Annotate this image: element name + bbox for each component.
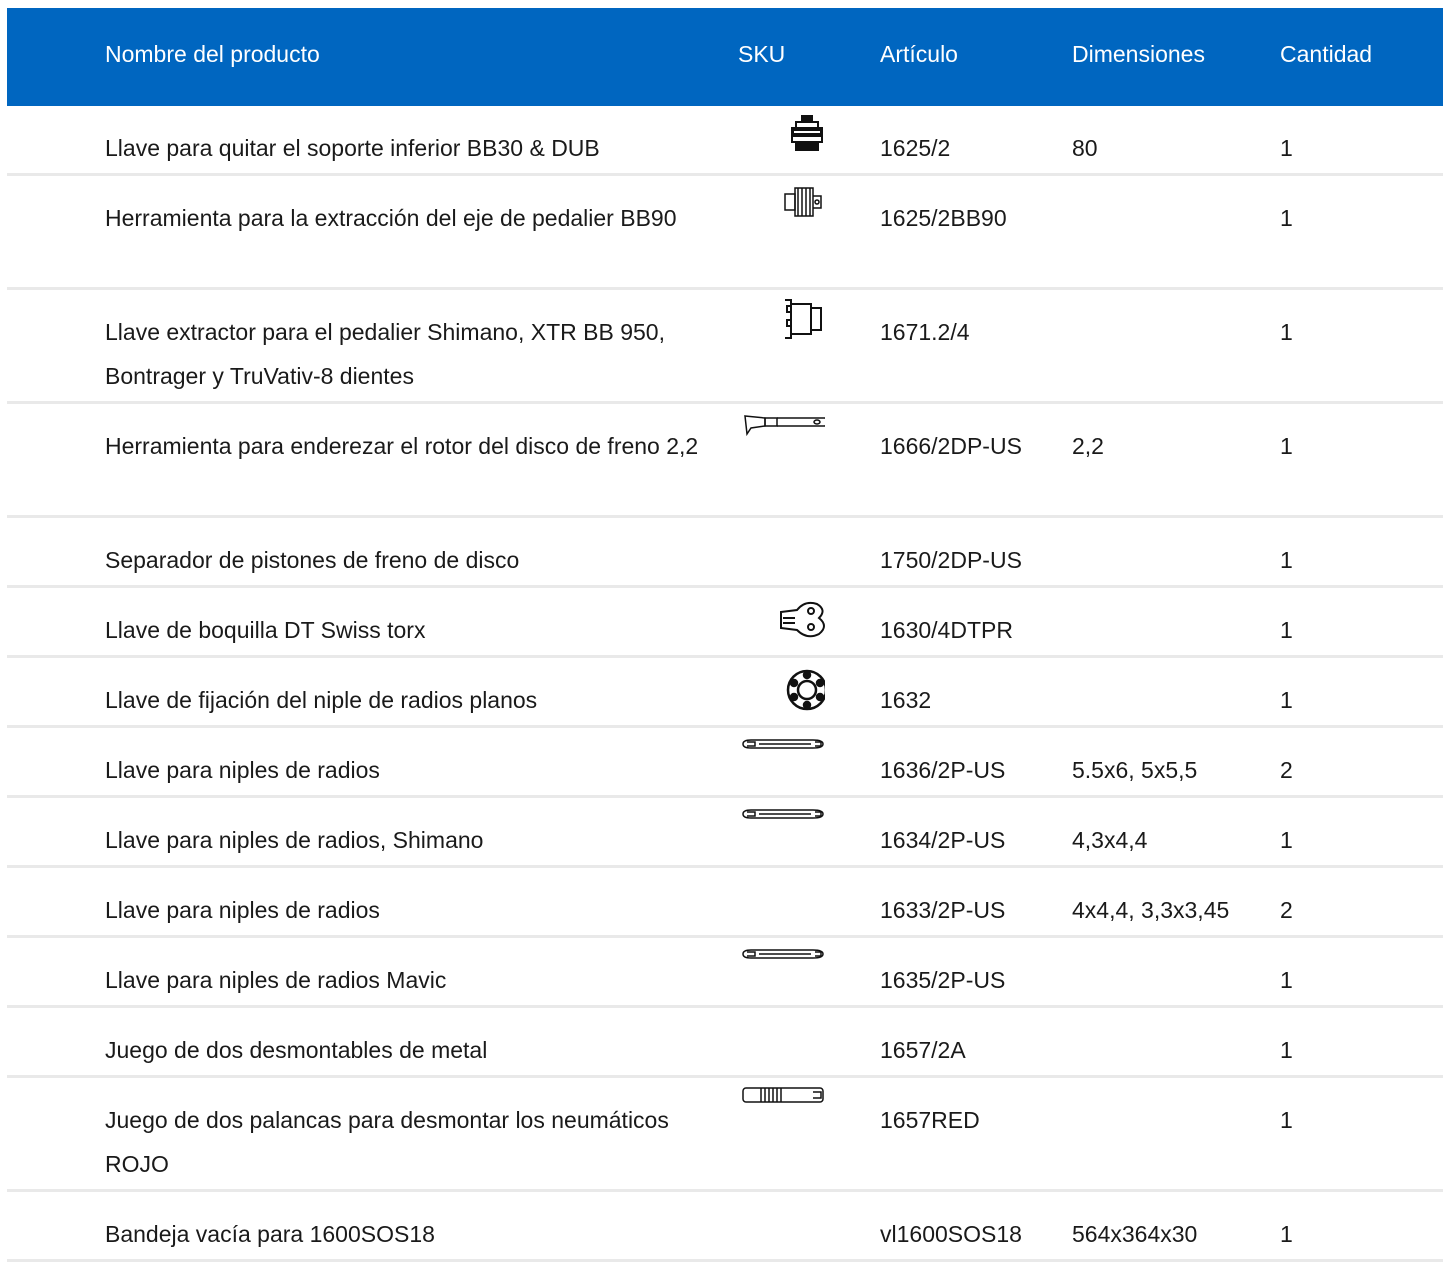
splined-extractor-icon [735, 298, 825, 346]
quantity-value: 1 [1280, 1221, 1293, 1247]
sku-empty [735, 526, 825, 574]
quantity-value: 1 [1280, 547, 1293, 573]
article-number: 1666/2DP-US [880, 433, 1022, 459]
sku-empty [735, 1016, 825, 1064]
article-number: vl1600SOS18 [880, 1221, 1022, 1247]
product-name: Llave para niples de radios, Shimano [105, 827, 484, 853]
quantity-value: 1 [1280, 1107, 1293, 1133]
article-number: 1635/2P-US [880, 967, 1006, 993]
table-row: Herramienta para la extracción del eje d… [7, 176, 1443, 290]
table-row: Llave extractor para el pedalier Shimano… [7, 290, 1443, 404]
article-number: 1657RED [880, 1107, 980, 1133]
dimensions-value: 4x4,4, 3,3x3,45 [1072, 897, 1230, 923]
quantity-value: 1 [1280, 827, 1293, 853]
rotor-straightener-icon [735, 412, 825, 460]
product-name: Herramienta para enderezar el rotor del … [105, 433, 699, 459]
quantity-value: 1 [1280, 687, 1293, 713]
header-quantity: Cantidad [1280, 41, 1373, 67]
dimensions-value: 564x364x30 [1072, 1221, 1198, 1247]
product-name: Separador de pistones de freno de disco [105, 547, 520, 573]
dimensions-value: 2,2 [1072, 433, 1104, 459]
header-name: Nombre del producto [105, 41, 320, 67]
bb90-extractor-icon [735, 184, 825, 232]
quantity-value: 1 [1280, 135, 1293, 161]
product-name: Llave para quitar el soporte inferior BB… [105, 135, 600, 161]
product-name: Llave para niples de radios Mavic [105, 967, 447, 993]
dimensions-value: 5.5x6, 5x5,5 [1072, 757, 1198, 783]
product-table: Nombre del producto SKU Artículo Dimensi… [7, 8, 1443, 1262]
bottom-bracket-tool-icon [735, 114, 825, 162]
table-row: Llave para quitar el soporte inferior BB… [7, 106, 1443, 176]
spoke-wrench-icon [735, 946, 825, 994]
article-number: 1630/4DTPR [880, 617, 1013, 643]
dimensions-value: 4,3x4,4 [1072, 827, 1148, 853]
product-name: Juego de dos desmontables de metal [105, 1037, 488, 1063]
article-number: 1636/2P-US [880, 757, 1006, 783]
product-name: Llave para niples de radios [105, 757, 380, 783]
table-row: Separador de pistones de freno de disco 1… [7, 518, 1443, 588]
spoke-wrench-icon [735, 736, 825, 784]
table-row: Llave para niples de radios 1636/2P-US 5.… [7, 728, 1443, 798]
product-name: Llave de boquilla DT Swiss torx [105, 617, 426, 643]
dimensions-value: 80 [1072, 135, 1098, 161]
spoke-holder-icon [735, 666, 825, 714]
article-number: 1634/2P-US [880, 827, 1006, 853]
table-row: Llave para niples de radios, Shimano 163… [7, 798, 1443, 868]
quantity-value: 1 [1280, 433, 1293, 459]
tire-lever-icon [735, 1086, 825, 1134]
quantity-value: 1 [1280, 617, 1293, 643]
sku-empty [735, 876, 825, 924]
table-row: Juego de dos desmontables de metal 1657/2… [7, 1008, 1443, 1078]
product-name: Herramienta para la extracción del eje d… [105, 205, 677, 231]
article-number: 1625/2 [880, 135, 951, 161]
quantity-value: 1 [1280, 205, 1293, 231]
torx-nipple-wrench-icon [735, 596, 825, 644]
sku-empty [735, 1200, 825, 1248]
quantity-value: 2 [1280, 757, 1293, 783]
header-sku: SKU [738, 41, 786, 67]
product-name: Juego de dos palancas para desmontar los… [105, 1107, 669, 1177]
table-row: Llave para niples de radios Mavic 1635/2… [7, 938, 1443, 1008]
article-number: 1657/2A [880, 1037, 966, 1063]
table-body: Llave para quitar el soporte inferior BB… [7, 106, 1443, 1262]
quantity-value: 1 [1280, 319, 1293, 345]
spoke-wrench-icon [735, 806, 825, 854]
product-name: Llave para niples de radios [105, 897, 380, 923]
quantity-value: 1 [1280, 1037, 1293, 1063]
table-row: Llave para niples de radios 1633/2P-US 4x4… [7, 868, 1443, 938]
article-number: 1625/2BB90 [880, 205, 1007, 231]
table-row: Juego de dos palancas para desmontar los… [7, 1078, 1443, 1192]
table-row: Llave de fijación del niple de radios pl… [7, 658, 1443, 728]
article-number: 1671.2/4 [880, 319, 970, 345]
product-name: Bandeja vacía para 1600SOS18 [105, 1221, 435, 1247]
quantity-value: 1 [1280, 967, 1293, 993]
table-row: Bandeja vacía para 1600SOS18 vl1600SOS18 5… [7, 1192, 1443, 1262]
product-name: Llave de fijación del niple de radios pl… [105, 687, 538, 713]
table-header: Nombre del producto SKU Artículo Dimensi… [7, 8, 1443, 106]
table-row: Llave de boquilla DT Swiss torx 1630/4DT… [7, 588, 1443, 658]
product-name: Llave extractor para el pedalier Shimano… [105, 319, 665, 389]
header-dimensions: Dimensiones [1072, 41, 1205, 67]
table-row: Herramienta para enderezar el rotor del … [7, 404, 1443, 518]
article-number: 1633/2P-US [880, 897, 1006, 923]
article-number: 1750/2DP-US [880, 547, 1022, 573]
header-article: Artículo [880, 41, 958, 67]
article-number: 1632 [880, 687, 932, 713]
quantity-value: 2 [1280, 897, 1293, 923]
